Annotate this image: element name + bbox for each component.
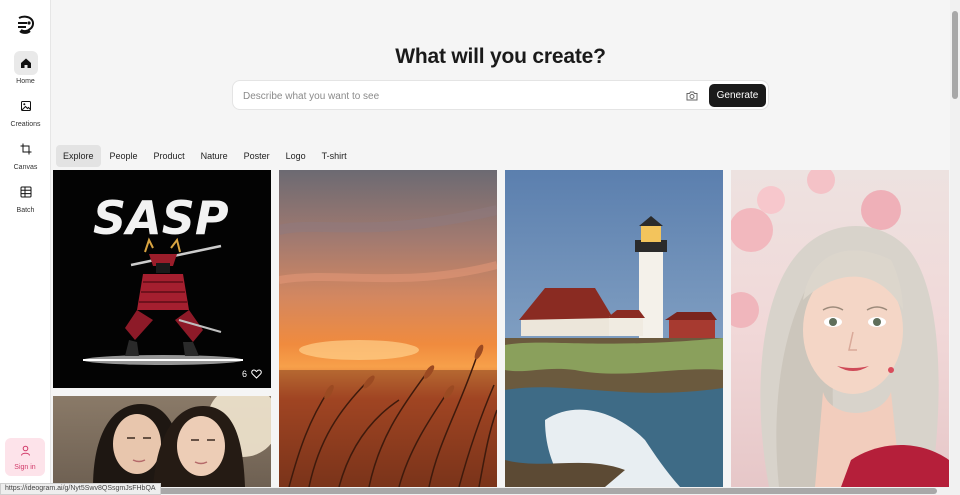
likes-number: 6 [241, 369, 247, 379]
sidebar-item-canvas[interactable]: Canvas [0, 137, 51, 177]
samurai-artwork: SASP [83, 191, 243, 365]
prompt-input[interactable] [243, 88, 673, 104]
main-content: What will you create? Generate Explore P… [51, 0, 950, 487]
sidebar-item-label: Home [16, 78, 35, 85]
sunset-artwork [279, 205, 497, 487]
portrait-duo-artwork [93, 396, 271, 487]
sign-in-button[interactable]: Sign in [5, 438, 45, 476]
portrait-blonde-artwork [731, 170, 949, 487]
sidebar-item-batch[interactable]: Batch [0, 180, 51, 220]
vertical-scrollbar-thumb[interactable] [952, 11, 958, 99]
status-bar-url: https://ideogram.ai/g/Nyt5Swv8QSsgmJsFHb… [0, 483, 161, 495]
tab-explore[interactable]: Explore [56, 145, 101, 167]
user-icon [20, 443, 31, 461]
gallery-tile-portrait-blonde[interactable] [731, 170, 949, 487]
camera-icon[interactable] [685, 89, 699, 103]
category-tabs: Explore People Product Nature Poster Log… [56, 145, 356, 167]
tab-nature[interactable]: Nature [194, 145, 235, 167]
prompt-bar: Generate [232, 80, 769, 110]
sidebar: Home Creations Canvas Batch Sign in [0, 0, 51, 495]
sidebar-item-label: Canvas [13, 164, 38, 171]
logo-icon[interactable] [14, 14, 36, 36]
sidebar-item-creations[interactable]: Creations [0, 94, 51, 134]
tab-t-shirt[interactable]: T-shirt [315, 145, 354, 167]
crop-icon [14, 137, 38, 161]
tab-people[interactable]: People [103, 145, 145, 167]
heart-icon [251, 369, 262, 379]
artwork-text: SASP [93, 191, 229, 245]
grid-icon [14, 180, 38, 204]
image-icon [14, 94, 38, 118]
gallery-tile-portrait-duo[interactable] [53, 396, 271, 487]
page-title: What will you create? [395, 45, 606, 68]
tab-poster[interactable]: Poster [237, 145, 277, 167]
likes-count[interactable]: 6 [242, 369, 262, 379]
generate-button[interactable]: Generate [709, 84, 766, 107]
gallery-tile-lighthouse[interactable] [505, 170, 723, 487]
tab-logo[interactable]: Logo [279, 145, 313, 167]
gallery-tile-samurai[interactable]: SASP 6 [53, 170, 271, 388]
sidebar-item-label: Creations [10, 121, 41, 128]
sidebar-item-label: Batch [16, 207, 35, 214]
home-icon [13, 51, 38, 75]
lighthouse-artwork [505, 216, 723, 487]
tab-product[interactable]: Product [147, 145, 192, 167]
sign-in-label: Sign in [14, 464, 36, 471]
vertical-scrollbar[interactable] [950, 0, 960, 487]
sidebar-item-home[interactable]: Home [0, 51, 51, 91]
gallery-tile-sunset[interactable] [279, 170, 497, 487]
